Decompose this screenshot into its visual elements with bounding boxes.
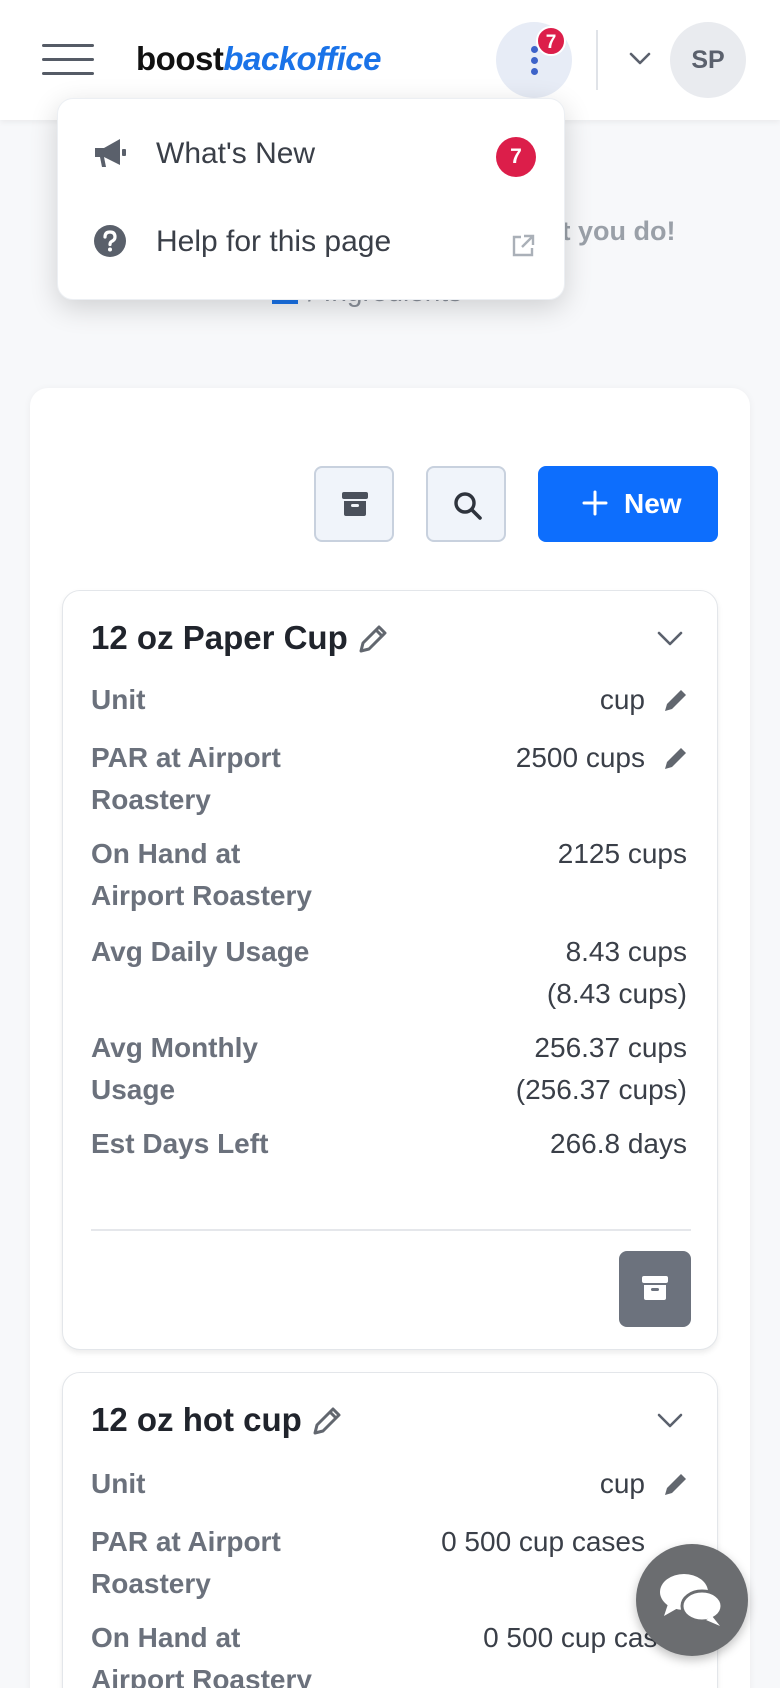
- row-value-unit: cup: [599, 1468, 645, 1499]
- row-value-avg-daily: 8.43 cups: [565, 936, 687, 967]
- row-label-est-days-left: Est Days Left: [91, 1128, 269, 1159]
- ingredient-title: 12 oz Paper Cup: [91, 619, 348, 656]
- more-options-button[interactable]: 7: [496, 22, 572, 98]
- archive-icon: [342, 492, 368, 516]
- ingredient-card: 12 oz Paper Cup Unit cup PAR at Airport …: [62, 590, 718, 1350]
- whats-new-count-badge: 7: [496, 137, 536, 177]
- row-label-unit: Unit: [91, 684, 146, 715]
- row-label-par: PAR at Airport Roastery: [91, 1526, 281, 1599]
- row-label-avg-daily: Avg Daily Usage: [91, 936, 310, 967]
- chat-button[interactable]: [636, 1544, 748, 1656]
- row-value-avg-monthly-secondary: (256.37 cups): [515, 1074, 687, 1105]
- edit-pencil-icon[interactable]: [661, 1469, 691, 1499]
- search-icon: [454, 492, 482, 520]
- user-avatar[interactable]: SP: [670, 22, 746, 98]
- logo-boost: boost: [136, 40, 224, 77]
- megaphone-icon: [95, 139, 126, 167]
- row-value-on-hand: 2125 cups: [557, 838, 687, 869]
- help-label: Help for this page: [156, 225, 392, 258]
- row-label-on-hand: On Hand at Airport Roastery: [91, 838, 312, 911]
- row-label-on-hand: On Hand at Airport Roastery: [91, 1622, 312, 1688]
- row-label-par: PAR at Airport Roastery: [91, 742, 281, 815]
- archive-item-button[interactable]: [619, 1251, 691, 1327]
- menu-item-help[interactable]: Help for this page: [58, 197, 566, 285]
- edit-pencil-icon[interactable]: [355, 621, 391, 657]
- plus-icon: [582, 490, 608, 516]
- new-ingredient-button[interactable]: New: [538, 466, 718, 542]
- logo-backoffice: backoffice: [223, 40, 381, 77]
- external-link-icon: [512, 234, 535, 257]
- edit-pencil-icon[interactable]: [309, 1403, 345, 1439]
- chevron-down-icon[interactable]: [655, 623, 685, 653]
- row-label-avg-monthly: Avg Monthly Usage: [91, 1032, 258, 1105]
- edit-pencil-icon[interactable]: [661, 685, 691, 715]
- menu-item-whats-new[interactable]: What's New 7: [58, 109, 566, 197]
- question-circle-icon: [94, 225, 126, 257]
- row-value-est-days-left: 266.8 days: [550, 1128, 687, 1159]
- whats-new-label: What's New: [156, 137, 316, 170]
- archived-filter-button[interactable]: [314, 466, 394, 542]
- row-value-avg-daily-secondary: (8.43 cups): [546, 978, 687, 1009]
- card-divider: [91, 1229, 691, 1231]
- notification-badge: 7: [536, 26, 566, 56]
- archive-icon: [642, 1276, 668, 1300]
- new-button-label: New: [624, 488, 682, 519]
- row-value-par: 0 500 cup cases: [441, 1526, 645, 1557]
- chevron-down-icon[interactable]: [628, 46, 652, 70]
- header-divider: [596, 30, 598, 90]
- help-dropdown-menu: What's New 7 Help for this page: [57, 98, 565, 300]
- search-button[interactable]: [426, 466, 506, 542]
- ingredient-card: 12 oz hot cup Unit cup PAR at Airport Ro…: [62, 1372, 718, 1688]
- edit-pencil-icon[interactable]: [661, 743, 691, 773]
- row-value-par: 2500 cups: [515, 742, 645, 773]
- hamburger-menu-icon[interactable]: [42, 44, 94, 76]
- row-value-avg-monthly: 256.37 cups: [534, 1032, 687, 1063]
- row-label-unit: Unit: [91, 1468, 146, 1499]
- app-logo[interactable]: boostbackoffice: [136, 40, 381, 78]
- chat-bubbles-icon: [660, 1574, 724, 1626]
- ingredient-title: 12 oz hot cup: [91, 1401, 302, 1438]
- row-value-unit: cup: [599, 684, 645, 715]
- chevron-down-icon[interactable]: [655, 1405, 685, 1435]
